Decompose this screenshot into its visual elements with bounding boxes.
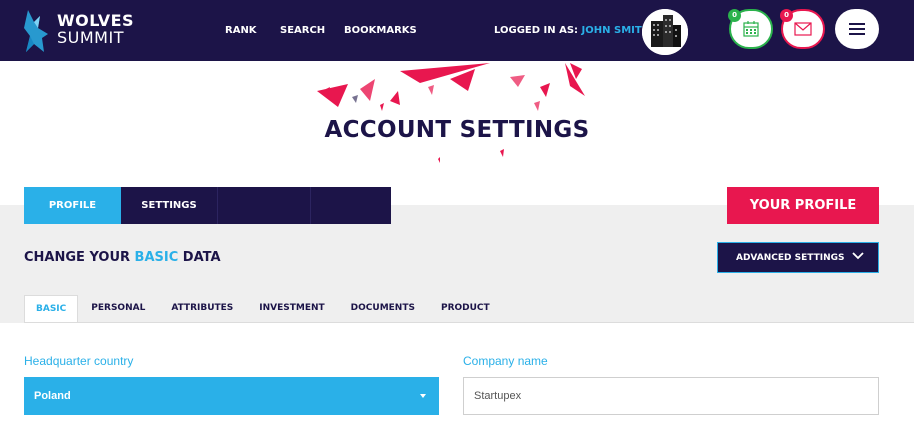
- advanced-settings-label: ADVANCED SETTINGS: [736, 252, 845, 263]
- subtab-basic[interactable]: BASIC: [24, 295, 79, 322]
- your-profile-button[interactable]: YOUR PROFILE: [727, 187, 879, 224]
- company-name-input[interactable]: Startupex: [463, 377, 879, 415]
- nav-rank-link[interactable]: RANK: [225, 25, 257, 36]
- sub-tabs: BASIC PERSONAL ATTRIBUTES INVESTMENT DOC…: [24, 295, 503, 322]
- messages-count-badge: 0: [780, 9, 793, 22]
- logged-in-status: LOGGED IN AS: JOHN SMITH: [494, 25, 650, 36]
- nav-bookmarks-link[interactable]: BOOKMARKS: [344, 25, 417, 36]
- account-settings-page: WOLVES SUMMIT RANK SEARCH BOOKMARKS LOGG…: [0, 0, 914, 437]
- section-title-highlight: BASIC: [134, 250, 179, 265]
- main-tabs: PROFILE SETTINGS: [24, 187, 391, 224]
- chevron-down-icon: [852, 252, 864, 260]
- decorative-shards: [317, 63, 585, 163]
- section-title-post: DATA: [178, 250, 221, 265]
- brand-line-2: SUMMIT: [57, 28, 124, 47]
- hq-country-value: Poland: [34, 390, 71, 402]
- user-name[interactable]: JOHN SMITH: [582, 25, 651, 36]
- wolf-logo-icon: [24, 10, 48, 52]
- section-title: CHANGE YOUR BASIC DATA: [24, 250, 221, 265]
- messages-button[interactable]: 0: [780, 9, 825, 49]
- calendar-icon: [743, 21, 759, 37]
- subtab-documents[interactable]: DOCUMENTS: [338, 295, 428, 322]
- advanced-settings-dropdown[interactable]: ADVANCED SETTINGS: [717, 242, 879, 273]
- building-avatar-icon: [642, 9, 688, 55]
- subtab-attributes[interactable]: ATTRIBUTES: [158, 295, 246, 322]
- calendar-count-badge: 0: [728, 9, 741, 22]
- envelope-icon: [794, 22, 812, 36]
- logged-in-prefix: LOGGED IN AS:: [494, 25, 579, 36]
- nav-search-link[interactable]: SEARCH: [280, 25, 325, 36]
- company-name-label: Company name: [463, 354, 548, 368]
- hamburger-icon: [849, 23, 865, 35]
- subtab-personal[interactable]: PERSONAL: [78, 295, 158, 322]
- user-avatar[interactable]: [642, 9, 688, 55]
- top-navbar: WOLVES SUMMIT RANK SEARCH BOOKMARKS LOGG…: [0, 0, 914, 61]
- subtab-investment[interactable]: INVESTMENT: [246, 295, 337, 322]
- tab-empty-2[interactable]: [311, 187, 391, 224]
- hamburger-menu-button[interactable]: [835, 9, 879, 49]
- hq-country-select[interactable]: Poland: [24, 377, 439, 415]
- tab-profile[interactable]: PROFILE: [24, 187, 121, 224]
- tab-settings[interactable]: SETTINGS: [121, 187, 218, 224]
- hq-country-label: Headquarter country: [24, 354, 134, 368]
- brand-logo[interactable]: WOLVES SUMMIT: [20, 8, 140, 54]
- calendar-button[interactable]: 0: [728, 9, 773, 49]
- tab-empty-1[interactable]: [218, 187, 311, 224]
- page-title: ACCOUNT SETTINGS: [324, 117, 590, 143]
- subtab-product[interactable]: PRODUCT: [428, 295, 503, 322]
- dropdown-caret-icon: [420, 394, 426, 398]
- section-title-pre: CHANGE YOUR: [24, 250, 135, 265]
